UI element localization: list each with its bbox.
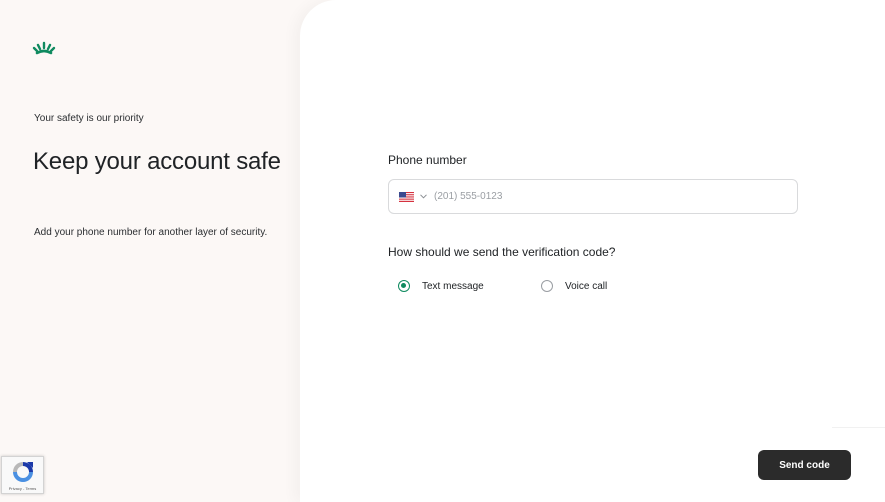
page-title: Keep your account safe: [33, 148, 281, 175]
chevron-down-icon[interactable]: [420, 194, 427, 199]
send-code-button[interactable]: Send code: [758, 450, 851, 480]
phone-number-field[interactable]: (201) 555-0123: [388, 179, 798, 214]
intro-panel: Your safety is our priority Keep your ac…: [0, 0, 300, 502]
text-message-label[interactable]: Text message: [422, 281, 484, 292]
brand-logo-icon[interactable]: [32, 40, 56, 56]
recaptcha-badge[interactable]: Privacy - Terms: [1, 456, 44, 494]
text-message-option[interactable]: Text message: [398, 279, 484, 293]
divider: [832, 427, 885, 428]
text-message-radio[interactable]: [398, 280, 410, 292]
recaptcha-links[interactable]: Privacy - Terms: [2, 486, 43, 491]
delivery-method-question: How should we send the verification code…: [388, 245, 616, 259]
eyebrow-text: Your safety is our priority: [34, 113, 144, 124]
page-description: Add your phone number for another layer …: [34, 227, 268, 238]
recaptcha-icon: [13, 462, 33, 482]
phone-number-label: Phone number: [388, 153, 467, 167]
phone-form-panel: Phone number (201) 555-0123 How should w…: [300, 0, 885, 502]
phone-number-placeholder[interactable]: (201) 555-0123: [434, 191, 502, 202]
voice-call-option[interactable]: Voice call: [541, 279, 607, 293]
voice-call-label[interactable]: Voice call: [565, 281, 607, 292]
us-flag-icon[interactable]: [399, 192, 414, 202]
voice-call-radio[interactable]: [541, 280, 553, 292]
verification-page: Your safety is our priority Keep your ac…: [0, 0, 885, 502]
